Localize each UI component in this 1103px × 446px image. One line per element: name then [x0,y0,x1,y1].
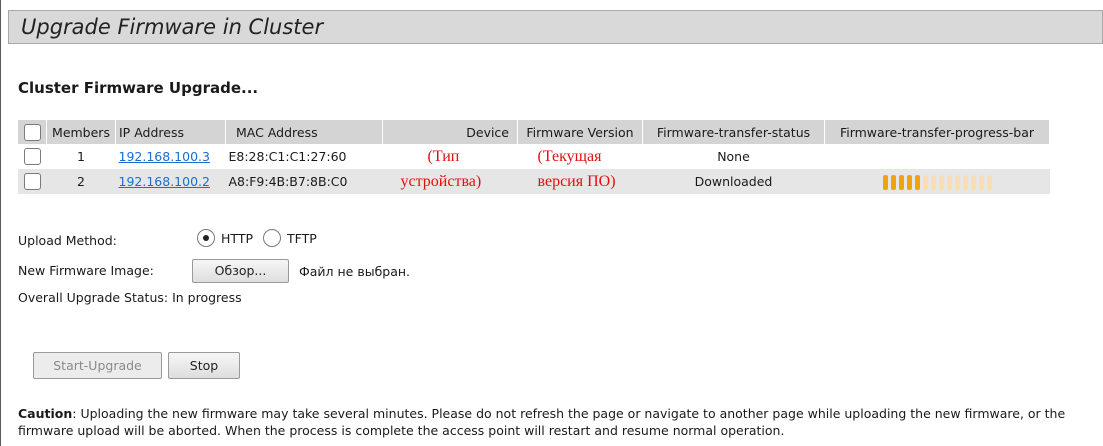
progress-segment [890,174,896,190]
http-label: HTTP [221,230,253,246]
caution-label: Caution [18,406,73,421]
page-frame [0,0,1103,446]
progress-segment [898,174,904,190]
stop-button[interactable]: Stop [168,352,240,379]
mac-address: E8:28:C1:C1:27:60 [228,149,347,164]
overall-upgrade-status: Overall Upgrade Status: In progress [18,290,242,305]
table-row: 1 192.168.100.3 E8:28:C1:C1:27:60 (Тип (… [18,144,1050,169]
firmware-version-annotation: версия ПО) [537,172,616,190]
table-header-row: Members IP Address MAC Address Device Fi… [18,120,1050,144]
progress-segment [938,174,944,190]
ip-address-link[interactable]: 192.168.100.2 [119,174,210,189]
row-select-cell [18,169,47,194]
upload-method-label: Upload Method: [18,233,117,248]
page-title: Upgrade Firmware in Cluster [21,15,324,39]
member-number: 2 [46,169,116,194]
browse-file-button[interactable]: Обзор... [192,259,289,283]
column-header-transfer-status: Firmware-transfer-status [642,120,825,144]
upload-method-group: HTTP TFTP [197,229,317,247]
member-number: 1 [77,149,85,164]
progress-segment [970,174,976,190]
row-checkbox[interactable] [23,173,41,190]
caution-text: : Uploading the new firmware may take se… [18,406,1066,438]
column-header-ip: IP Address [115,120,226,144]
progress-segment [978,174,984,190]
firmware-version-annotation: (Текущая [537,147,602,165]
device-annotation: (Тип [427,147,460,165]
progress-segment [906,174,912,190]
title-bar: Upgrade Firmware in Cluster [8,10,1103,44]
column-header-device: Device [382,120,518,144]
table-row: 2 192.168.100.2 A8:F9:4B:B7:8B:C0 устрой… [18,169,1050,194]
cluster-members-table: Members IP Address MAC Address Device Fi… [18,120,1050,194]
column-header-firmware-version: Firmware Version [517,120,643,144]
row-select-cell [18,144,47,169]
select-all-header [18,120,47,144]
firmware-image-label: New Firmware Image: [18,263,154,278]
progress-segment [882,174,888,190]
column-header-mac: MAC Address [225,120,383,144]
tftp-radio[interactable] [263,229,281,247]
progress-cell [825,144,1050,169]
progress-segment [986,174,992,190]
progress-segment [946,174,952,190]
start-upgrade-button[interactable]: Start-Upgrade [33,352,162,379]
transfer-status: None [717,149,750,164]
select-all-checkbox[interactable] [23,123,41,141]
file-status: Файл не выбран. [299,264,411,279]
progress-cell [824,169,1050,194]
progress-segment [962,174,968,190]
transfer-status: Downloaded [642,169,825,194]
progress-segment [922,174,928,190]
progress-segment [914,174,920,190]
http-radio[interactable] [197,229,215,247]
row-checkbox[interactable] [23,148,41,165]
firmware-transfer-progress-bar [882,174,992,190]
ip-address-link[interactable]: 192.168.100.3 [119,149,210,164]
progress-segment [930,174,936,190]
column-header-progress-bar: Firmware-transfer-progress-bar [824,120,1050,144]
tftp-label: TFTP [287,230,317,246]
device-annotation: устройства) [400,172,482,190]
column-header-members: Members [46,120,116,144]
progress-segment [954,174,960,190]
caution-message: Caution: Uploading the new firmware may … [18,405,1093,439]
mac-address: A8:F9:4B:B7:8B:C0 [225,169,383,194]
section-title: Cluster Firmware Upgrade... [18,79,259,97]
